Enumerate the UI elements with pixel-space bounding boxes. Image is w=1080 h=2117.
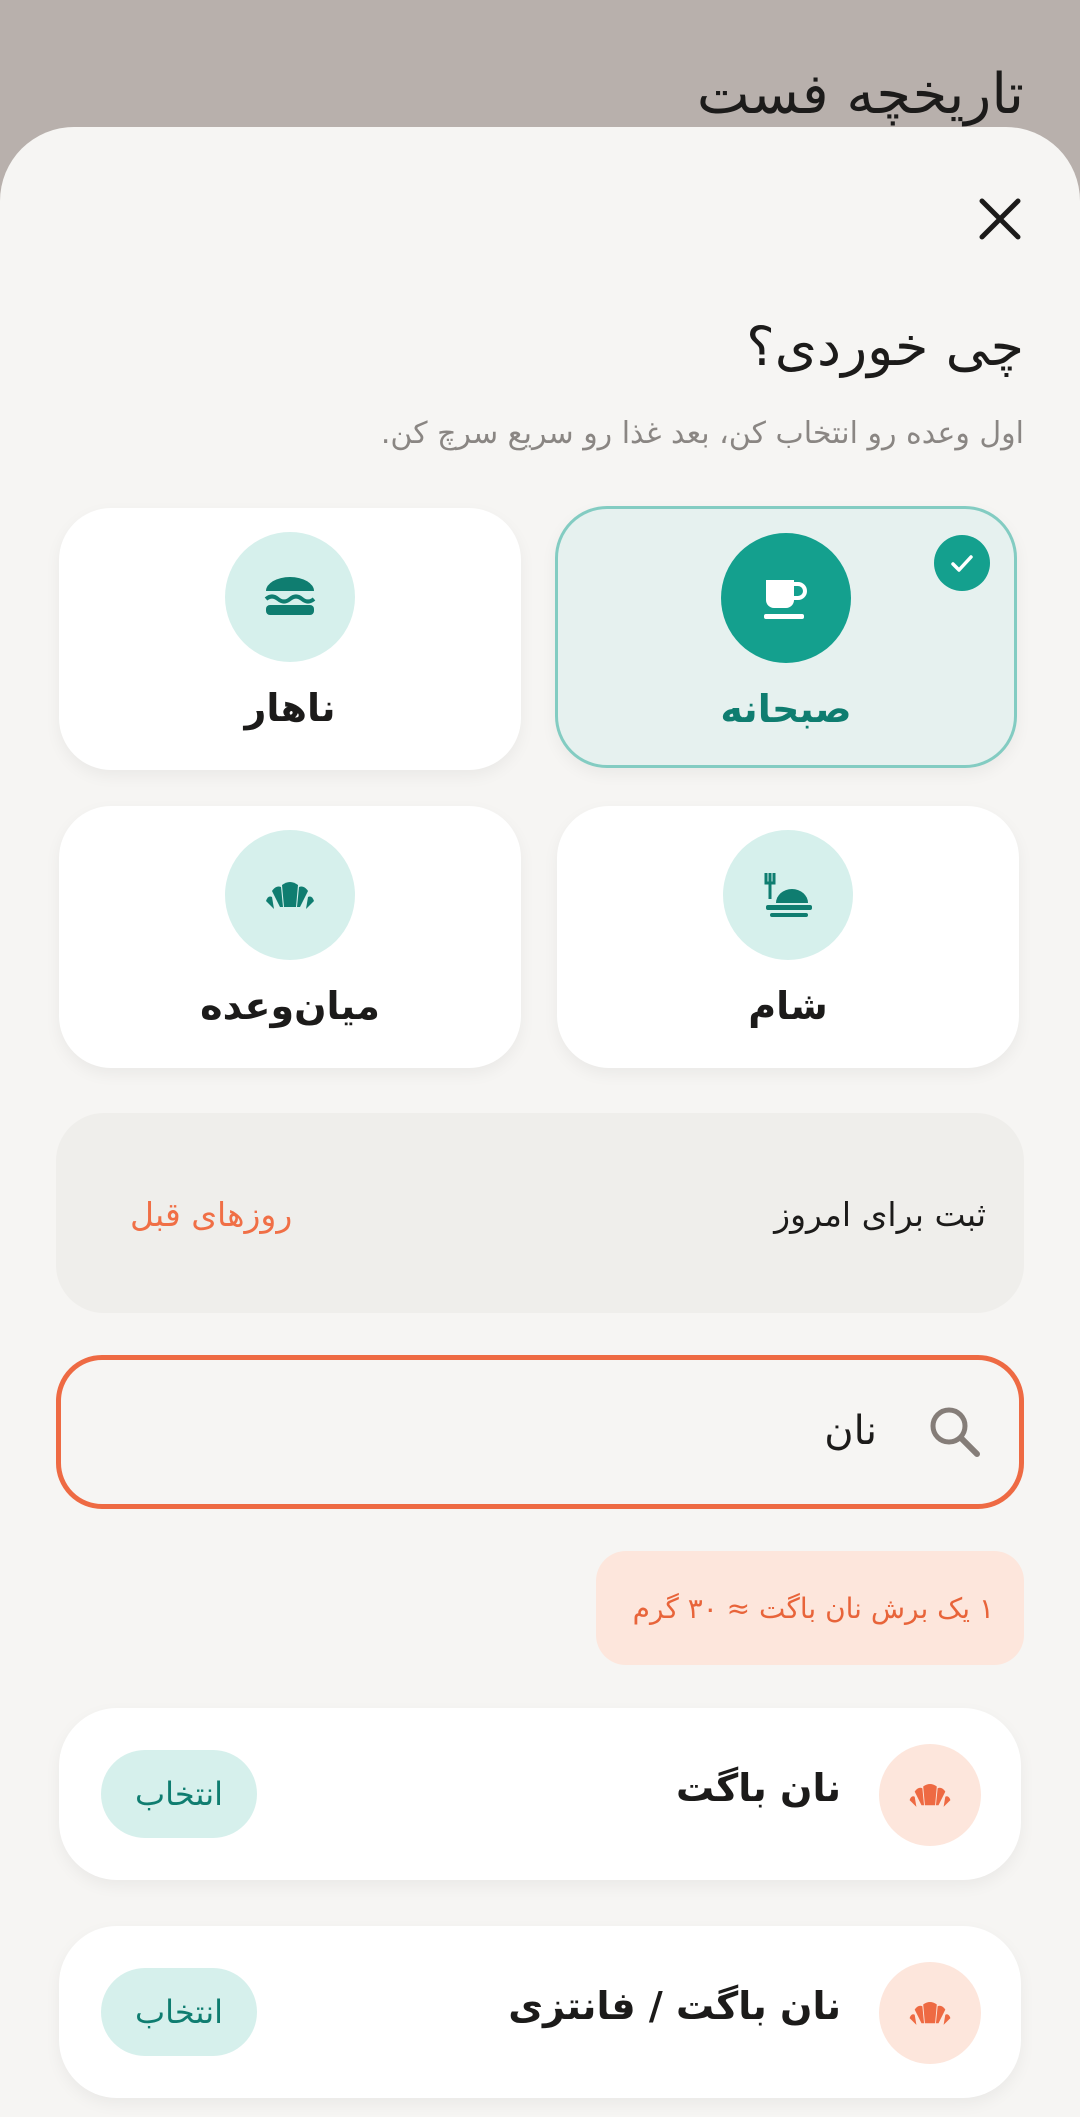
food-name: نان باگت / فانتزی xyxy=(508,1984,841,2028)
burger-icon xyxy=(225,532,355,662)
meal-card-snack[interactable]: میان‌وعده xyxy=(59,806,521,1068)
select-food-button[interactable]: انتخاب xyxy=(101,1750,257,1838)
previous-days-link[interactable]: روزهای قبل xyxy=(130,1195,292,1234)
food-name: نان باگت xyxy=(675,1766,841,1810)
meal-card-lunch[interactable]: ناهار xyxy=(59,508,521,770)
check-icon xyxy=(934,535,990,591)
close-icon xyxy=(979,198,1021,240)
sheet-title: چی خوردی؟ xyxy=(746,315,1024,378)
food-search-input[interactable]: نان xyxy=(56,1355,1024,1509)
croissant-icon xyxy=(879,1962,981,2064)
croissant-icon xyxy=(879,1744,981,1846)
food-result-item[interactable]: نان باگت انتخاب xyxy=(59,1708,1021,1880)
meal-label-dinner: شام xyxy=(748,984,828,1028)
select-food-button[interactable]: انتخاب xyxy=(101,1968,257,2056)
coffee-cup-icon xyxy=(721,533,851,663)
background-page-title: تاریخچه فست xyxy=(696,62,1024,127)
portion-hint: ۱ یک برش نان باگت ≈ ۳۰ گرم xyxy=(596,1551,1024,1665)
meal-card-dinner[interactable]: شام xyxy=(557,806,1019,1068)
portion-hint-text: ۱ یک برش نان باگت ≈ ۳۰ گرم xyxy=(632,1591,994,1625)
bottom-sheet: چی خوردی؟ اول وعده رو انتخاب کن، بعد غذا… xyxy=(0,127,1080,2117)
search-icon xyxy=(930,1407,980,1457)
close-button[interactable] xyxy=(970,189,1030,249)
search-query: نان xyxy=(824,1408,877,1454)
record-today-option[interactable]: ثبت برای امروز xyxy=(774,1195,986,1234)
meal-label-snack: میان‌وعده xyxy=(200,984,380,1028)
select-food-label: انتخاب xyxy=(135,1775,223,1813)
select-food-label: انتخاب xyxy=(135,1993,223,2031)
date-selector: ثبت برای امروز روزهای قبل xyxy=(56,1113,1024,1313)
sheet-subtitle: اول وعده رو انتخاب کن، بعد غذا رو سریع س… xyxy=(380,416,1024,451)
dinner-plate-icon xyxy=(723,830,853,960)
meal-card-breakfast[interactable]: صبحانه xyxy=(555,506,1017,768)
croissant-icon xyxy=(225,830,355,960)
meal-label-breakfast: صبحانه xyxy=(720,687,852,731)
meal-label-lunch: ناهار xyxy=(244,686,336,730)
food-result-item[interactable]: نان باگت / فانتزی انتخاب xyxy=(59,1926,1021,2098)
